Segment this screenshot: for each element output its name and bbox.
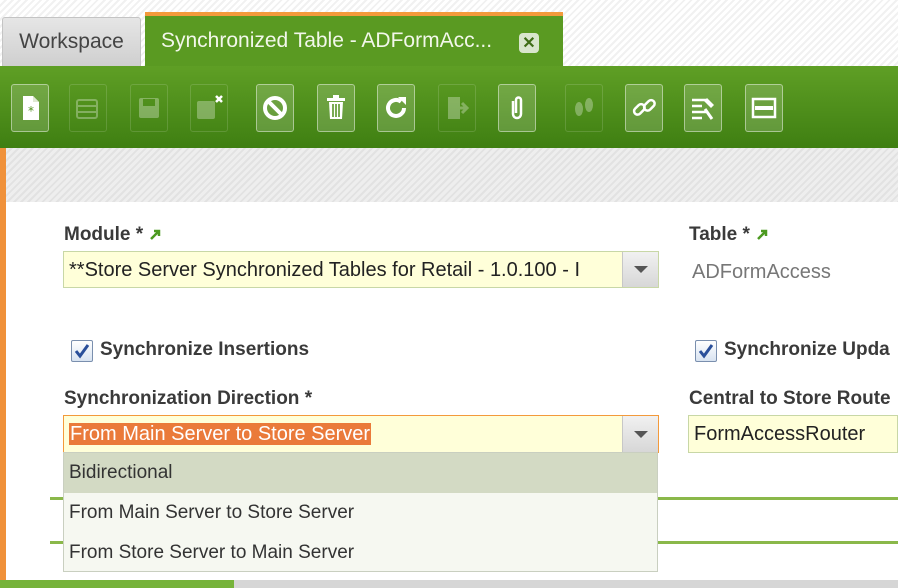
direction-dropdown-button[interactable] — [622, 416, 658, 452]
tab-synchronized-table[interactable]: Synchronized Table - ADFormAcc... ✕ — [145, 12, 563, 66]
direction-label: Synchronization Direction * — [64, 388, 313, 409]
bottom-bar — [0, 580, 898, 588]
checkmark-icon — [698, 344, 714, 359]
undo-cancel-icon — [263, 96, 287, 120]
direction-dropdown-list: Bidirectional From Main Server to Store … — [63, 452, 658, 572]
save-button[interactable] — [130, 84, 168, 132]
dropdown-option-main-to-store[interactable]: From Main Server to Store Server — [64, 493, 657, 533]
refresh-button[interactable] — [377, 84, 415, 132]
refresh-icon — [386, 97, 406, 118]
sync-insertions-label: Synchronize Insertions — [100, 339, 310, 360]
module-label: Module * — [64, 224, 144, 245]
tab-workspace-label: Workspace — [19, 30, 124, 53]
dropdown-option-bidirectional[interactable]: Bidirectional — [64, 453, 657, 493]
audit-trail-button[interactable] — [565, 84, 603, 132]
save-icon — [139, 98, 159, 118]
export-icon — [448, 97, 470, 119]
table-label: Table * — [689, 224, 750, 245]
module-combo[interactable]: **Store Server Synchronized Tables for R… — [63, 251, 659, 288]
tools-button[interactable] — [684, 84, 722, 132]
section-header-stripe — [6, 148, 898, 202]
tab-synchronized-table-label: Synchronized Table - ADFormAcc... — [161, 29, 493, 52]
router-value: FormAccessRouter — [694, 423, 866, 445]
bottom-bar-accent — [0, 580, 234, 588]
chevron-down-icon — [633, 266, 648, 273]
navigate-link-icon[interactable] — [149, 229, 161, 241]
table-value: ADFormAccess — [692, 261, 831, 283]
navigate-link-icon[interactable] — [756, 229, 768, 241]
module-label-row: Module * — [64, 224, 161, 246]
chevron-down-icon — [633, 430, 648, 438]
export-button[interactable] — [438, 84, 476, 132]
checkmark-icon — [74, 344, 90, 359]
grid-view-button[interactable] — [69, 84, 107, 132]
tab-workspace[interactable]: Workspace — [2, 17, 141, 66]
toolbar: * — [0, 66, 898, 148]
attachment-icon — [511, 96, 523, 120]
save-close-icon — [197, 95, 223, 119]
link-button[interactable] — [625, 84, 663, 132]
router-field[interactable]: FormAccessRouter — [688, 415, 898, 453]
dropdown-option-store-to-main[interactable]: From Store Server to Main Server — [64, 533, 657, 573]
attachment-button[interactable] — [498, 84, 536, 132]
audit-trail-icon — [575, 98, 593, 116]
undo-cancel-button[interactable] — [256, 84, 294, 132]
form-layout-icon — [751, 97, 777, 119]
link-icon — [632, 98, 656, 116]
new-document-button[interactable]: * — [11, 84, 49, 132]
save-close-button[interactable] — [190, 84, 228, 132]
module-value: **Store Server Synchronized Tables for R… — [69, 259, 580, 281]
router-label: Central to Store Route — [689, 388, 891, 409]
tab-bar: Workspace Synchronized Table - ADFormAcc… — [0, 0, 898, 66]
svg-text:*: * — [28, 104, 34, 118]
direction-value: From Main Server to Store Server — [69, 423, 372, 445]
form-layout-button[interactable] — [745, 84, 783, 132]
delete-icon — [327, 95, 345, 119]
tools-icon — [692, 98, 714, 120]
table-label-row: Table * — [689, 224, 768, 246]
left-accent-bar — [0, 148, 6, 588]
sync-updates-label: Synchronize Upda — [724, 339, 890, 360]
close-tab-icon[interactable]: ✕ — [519, 33, 539, 53]
sync-updates-checkbox[interactable] — [695, 340, 717, 362]
delete-button[interactable] — [317, 84, 355, 132]
sync-insertions-checkbox[interactable] — [71, 340, 93, 362]
grid-view-icon — [76, 99, 98, 119]
new-document-icon: * — [23, 96, 39, 120]
direction-combo[interactable]: From Main Server to Store Server — [63, 415, 659, 453]
module-dropdown-button[interactable] — [622, 252, 658, 287]
